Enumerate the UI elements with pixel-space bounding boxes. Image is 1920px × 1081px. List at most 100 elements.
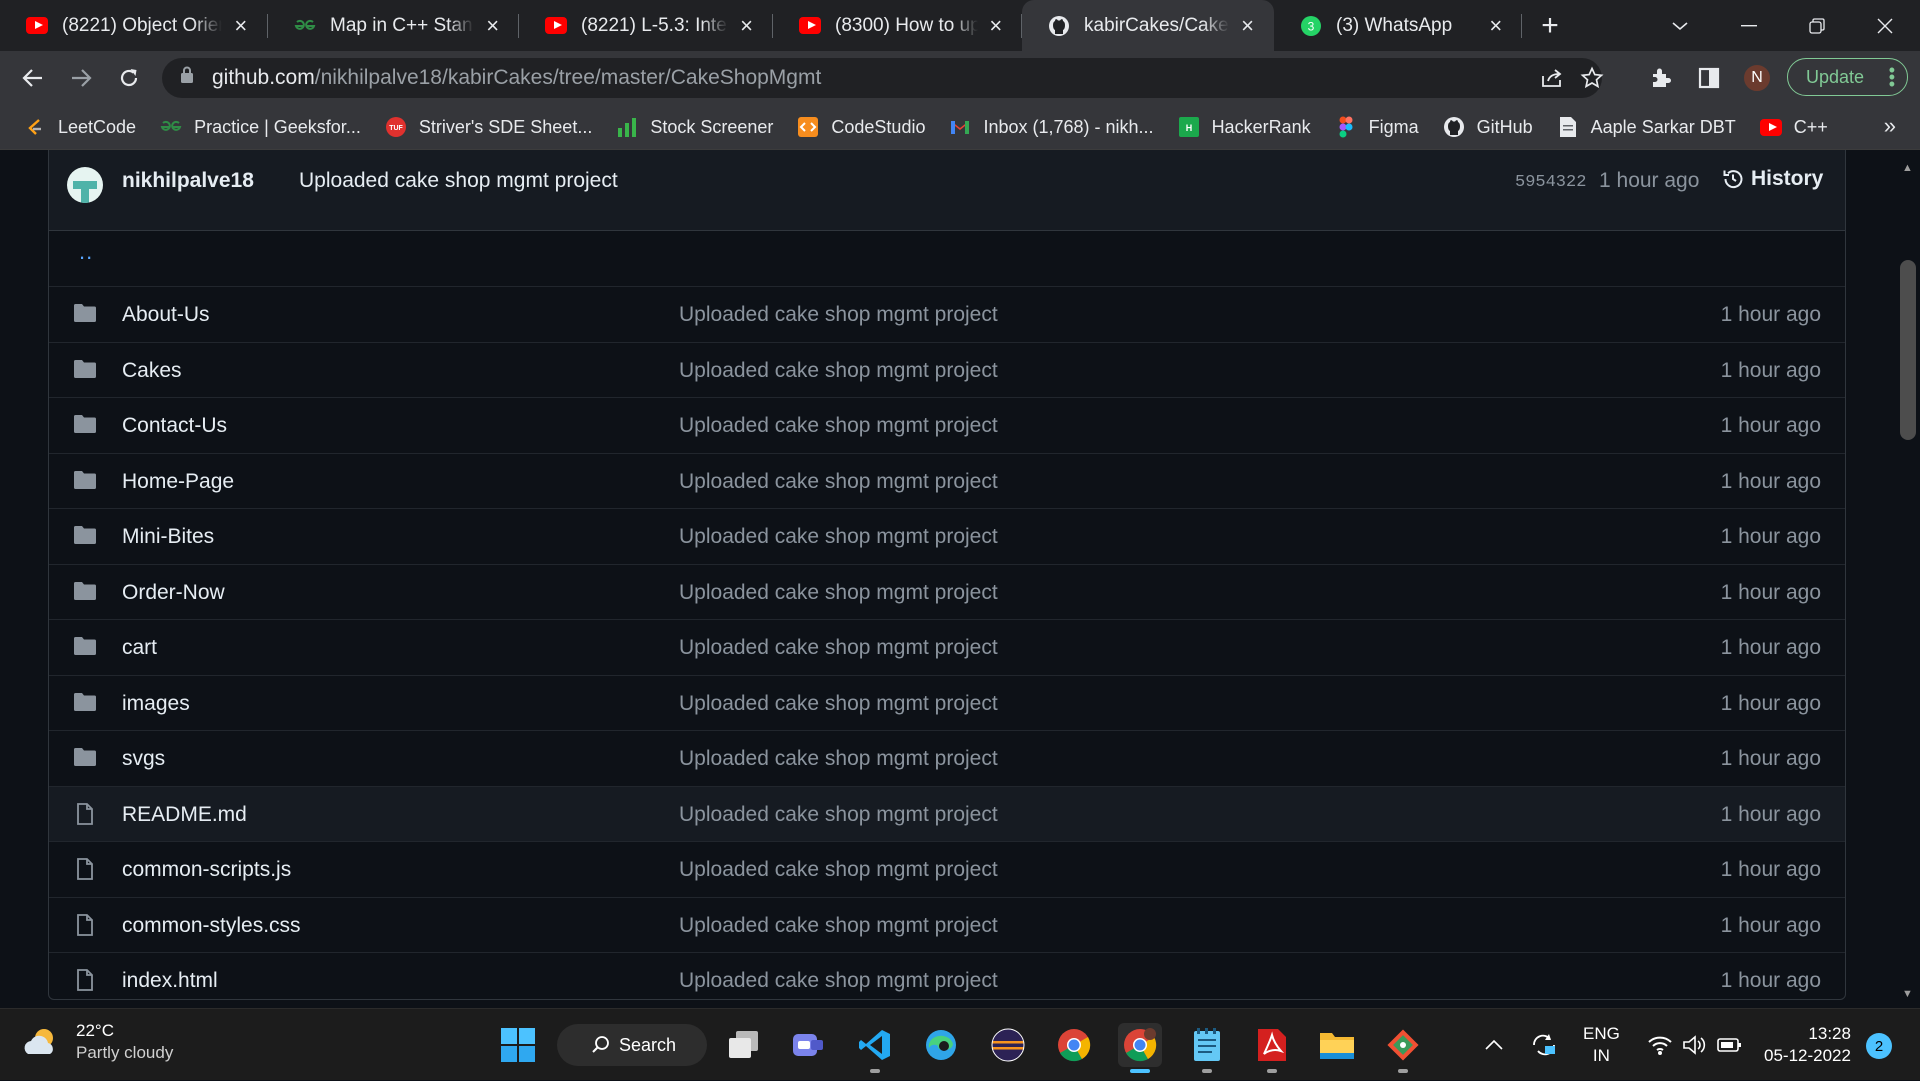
table-row[interactable]: svgs Uploaded cake shop mgmt project 1 hou…: [49, 730, 1845, 785]
taskbar-search[interactable]: Search: [557, 1024, 707, 1066]
browser-tab[interactable]: (8300) How to upload project on GitHub ×: [773, 0, 1022, 51]
clock[interactable]: 13:28 05-12-2022: [1764, 1023, 1851, 1067]
file-name-link[interactable]: Home-Page: [122, 470, 234, 494]
taskbar-app-acrobat[interactable]: [1250, 1023, 1294, 1073]
reload-button[interactable]: [112, 61, 146, 95]
weather-widget[interactable]: 22°C Partly cloudy: [22, 1021, 173, 1063]
table-row[interactable]: Contact-Us Uploaded cake shop mgmt projec…: [49, 397, 1845, 452]
file-commit-message-link[interactable]: Uploaded cake shop mgmt project: [679, 470, 998, 494]
commit-message-link[interactable]: Uploaded cake shop mgmt project: [299, 169, 618, 193]
taskbar-app-notepad[interactable]: [1185, 1023, 1229, 1073]
file-name-link[interactable]: images: [122, 692, 190, 716]
file-name-link[interactable]: common-styles.css: [122, 914, 301, 938]
restore-button[interactable]: [1783, 0, 1850, 51]
file-name-link[interactable]: Contact-Us: [122, 414, 227, 438]
close-tab-icon[interactable]: ×: [1488, 13, 1504, 39]
avatar[interactable]: [67, 167, 103, 203]
tab-search-button[interactable]: [1646, 0, 1713, 51]
file-commit-message-link[interactable]: Uploaded cake shop mgmt project: [679, 581, 998, 605]
taskbar-app-file-explorer[interactable]: [1315, 1023, 1359, 1067]
bookmark-item[interactable]: GitHub: [1443, 116, 1533, 138]
sync-tray-icon[interactable]: [1530, 1009, 1558, 1081]
file-commit-message-link[interactable]: Uploaded cake shop mgmt project: [679, 858, 998, 882]
file-commit-message-link[interactable]: Uploaded cake shop mgmt project: [679, 359, 998, 383]
bookmark-item[interactable]: C++: [1759, 116, 1828, 138]
file-name-link[interactable]: index.html: [122, 969, 218, 993]
start-button[interactable]: [496, 1023, 540, 1067]
extensions-button[interactable]: [1644, 61, 1678, 95]
file-commit-message-link[interactable]: Uploaded cake shop mgmt project: [679, 525, 998, 549]
update-button[interactable]: Update • • •: [1787, 58, 1908, 96]
parent-directory-row[interactable]: ..: [49, 231, 1845, 286]
table-row[interactable]: index.html Uploaded cake shop mgmt projec…: [49, 952, 1845, 1007]
taskbar-app-vscode[interactable]: [853, 1023, 897, 1073]
close-tab-icon[interactable]: ×: [988, 13, 1005, 39]
language-indicator[interactable]: ENG IN: [1583, 1023, 1620, 1067]
file-commit-message-link[interactable]: Uploaded cake shop mgmt project: [679, 914, 998, 938]
file-name-link[interactable]: Order-Now: [122, 581, 225, 605]
file-commit-message-link[interactable]: Uploaded cake shop mgmt project: [679, 692, 998, 716]
file-name-link[interactable]: cart: [122, 636, 157, 660]
battery-tray-icon[interactable]: [1717, 1009, 1743, 1081]
history-link[interactable]: History: [1721, 167, 1823, 191]
new-tab-button[interactable]: +: [1528, 0, 1572, 51]
back-button[interactable]: [16, 61, 50, 95]
table-row[interactable]: About-Us Uploaded cake shop mgmt project 1…: [49, 286, 1845, 341]
browser-tab[interactable]: Map in C++ Standard Template Library ×: [268, 0, 519, 51]
table-row[interactable]: Order-Now Uploaded cake shop mgmt project…: [49, 563, 1845, 619]
commit-author-link[interactable]: nikhilpalve18: [122, 169, 254, 193]
close-window-button[interactable]: [1851, 0, 1918, 51]
table-row[interactable]: Home-Page Uploaded cake shop mgmt project…: [49, 452, 1845, 508]
taskbar-app-eclipse[interactable]: [986, 1023, 1030, 1067]
bookmark-item[interactable]: LeetCode: [24, 116, 136, 138]
file-name-link[interactable]: Mini-Bites: [122, 525, 214, 549]
file-commit-message-link[interactable]: Uploaded cake shop mgmt project: [679, 414, 998, 438]
forward-button[interactable]: [64, 61, 98, 95]
table-row[interactable]: common-styles.css Uploaded cake shop mgmt…: [49, 896, 1845, 952]
file-name-link[interactable]: README.md: [122, 803, 247, 827]
volume-tray-icon[interactable]: [1682, 1009, 1708, 1081]
scroll-down-arrow-icon[interactable]: ▼: [1902, 988, 1913, 1000]
close-tab-icon[interactable]: ×: [1239, 13, 1256, 39]
file-commit-message-link[interactable]: Uploaded cake shop mgmt project: [679, 747, 998, 771]
scrollbar-thumb[interactable]: [1900, 260, 1916, 440]
bookmark-item[interactable]: Inbox (1,768) - nikh...: [949, 116, 1154, 138]
table-row[interactable]: README.md Uploaded cake shop mgmt project…: [49, 785, 1845, 841]
table-row[interactable]: Mini-Bites Uploaded cake shop mgmt projec…: [49, 508, 1845, 563]
file-commit-message-link[interactable]: Uploaded cake shop mgmt project: [679, 303, 998, 327]
more-bookmarks-icon[interactable]: »: [1884, 113, 1896, 139]
profile-avatar[interactable]: N: [1742, 63, 1772, 93]
task-view-button[interactable]: [722, 1023, 766, 1067]
address-bar[interactable]: github.com/nikhilpalve18/kabirCakes/tree…: [162, 58, 1604, 98]
notification-badge[interactable]: 2: [1866, 1033, 1892, 1059]
show-hidden-icons[interactable]: [1484, 1009, 1504, 1081]
taskbar-app-edge[interactable]: [919, 1023, 963, 1067]
file-name-link[interactable]: svgs: [122, 747, 165, 771]
bookmark-item[interactable]: H HackerRank: [1178, 116, 1311, 138]
parent-directory-link[interactable]: ..: [79, 239, 93, 265]
bookmark-item[interactable]: Practice | Geeksfor...: [160, 116, 361, 138]
network-tray-icon[interactable]: [1647, 1009, 1673, 1081]
bookmark-item[interactable]: Stock Screener: [616, 116, 773, 138]
bookmark-item[interactable]: CodeStudio: [797, 116, 925, 138]
browser-tab[interactable]: kabirCakes/CakeShopMgmt ×: [1022, 0, 1274, 51]
taskbar-app-git[interactable]: [1381, 1023, 1425, 1073]
taskbar-app-chrome[interactable]: [1052, 1023, 1096, 1067]
file-commit-message-link[interactable]: Uploaded cake shop mgmt project: [679, 969, 998, 993]
bookmark-star-icon[interactable]: [1580, 66, 1604, 96]
browser-tab[interactable]: (8221) L-5.3: Internal Fragmentation ×: [519, 0, 773, 51]
table-row[interactable]: common-scripts.js Uploaded cake shop mgmt…: [49, 841, 1845, 896]
browser-tab[interactable]: 3 (3) WhatsApp ×: [1274, 0, 1522, 51]
browser-tab[interactable]: (8221) Object Oriented Programming ×: [0, 0, 268, 51]
side-panel-button[interactable]: [1692, 61, 1726, 95]
file-commit-message-link[interactable]: Uploaded cake shop mgmt project: [679, 636, 998, 660]
share-icon[interactable]: [1540, 66, 1564, 96]
table-row[interactable]: cart Uploaded cake shop mgmt project 1 hou…: [49, 619, 1845, 674]
taskbar-app-chrome-profile[interactable]: [1118, 1023, 1162, 1073]
table-row[interactable]: Cakes Uploaded cake shop mgmt project 1 ho…: [49, 341, 1845, 397]
bookmark-item[interactable]: Figma: [1335, 116, 1419, 138]
close-tab-icon[interactable]: ×: [738, 13, 755, 39]
file-name-link[interactable]: About-Us: [122, 303, 210, 327]
close-tab-icon[interactable]: ×: [232, 13, 250, 39]
bookmark-item[interactable]: TUF Striver's SDE Sheet...: [385, 116, 592, 138]
